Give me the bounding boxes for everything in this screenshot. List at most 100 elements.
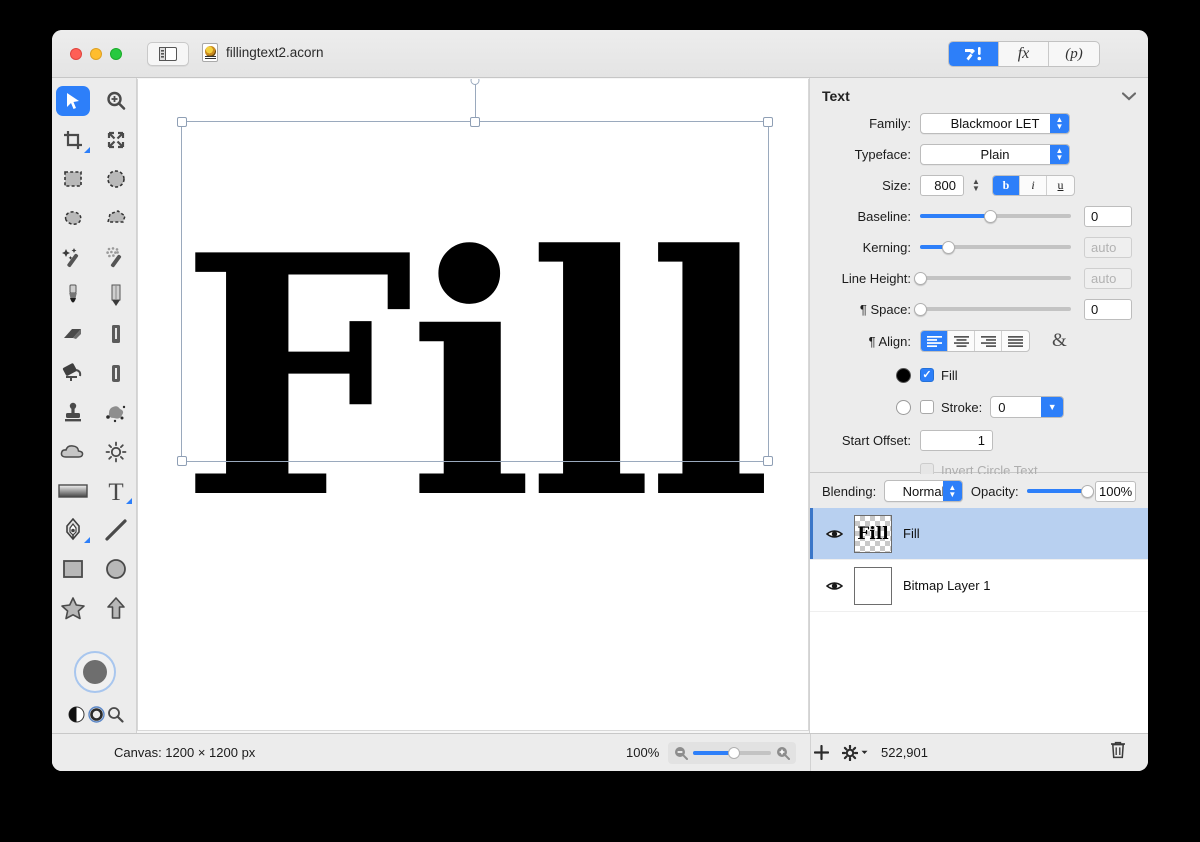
paint-bucket-tool[interactable] xyxy=(52,357,95,391)
ampersand-glyph-icon[interactable]: & xyxy=(1052,330,1067,352)
zoom-slider-group[interactable] xyxy=(668,741,797,764)
line-height-slider[interactable] xyxy=(913,271,1071,285)
selection-handle-middle-left[interactable] xyxy=(177,456,187,466)
chevron-down-icon[interactable] xyxy=(1122,91,1136,101)
layer-row-bitmap-layer-1[interactable]: Bitmap Layer 1 xyxy=(810,560,1148,612)
baseline-value[interactable]: 0 xyxy=(1084,205,1132,227)
close-button[interactable] xyxy=(70,48,82,60)
chevron-down-icon[interactable] xyxy=(861,750,868,755)
clone-stamp-tool[interactable] xyxy=(52,396,95,430)
align-right-button[interactable] xyxy=(975,331,1002,351)
crop-tool[interactable] xyxy=(52,123,95,157)
brush-tool[interactable] xyxy=(52,279,95,313)
delete-layer-button[interactable] xyxy=(1110,741,1126,764)
pencil-tool[interactable] xyxy=(95,279,138,313)
blur-sharpen-tool[interactable] xyxy=(95,357,138,391)
rotation-handle[interactable] xyxy=(470,79,480,85)
start-offset-value: 1 xyxy=(977,432,985,448)
family-select[interactable]: Blackmoor LET ▲ ▼ xyxy=(920,112,1070,134)
marker-tool[interactable] xyxy=(95,318,138,352)
rect-select-tool[interactable] xyxy=(52,162,95,196)
size-stepper[interactable]: ▲ ▼ xyxy=(970,175,982,195)
start-offset-input[interactable]: 1 xyxy=(920,429,993,451)
style-button-group[interactable]: b i u xyxy=(992,174,1075,196)
gear-icon[interactable] xyxy=(842,744,858,761)
dodge-tool[interactable] xyxy=(95,435,138,469)
move-tool[interactable] xyxy=(52,84,95,118)
minimize-button[interactable] xyxy=(90,48,102,60)
italic-button[interactable]: i xyxy=(1020,175,1047,195)
text-selection-box[interactable] xyxy=(177,79,773,466)
instant-alpha-tool[interactable] xyxy=(95,240,138,274)
layer-name: Fill xyxy=(903,526,920,541)
baseline-slider[interactable] xyxy=(920,209,1071,223)
stroke-width-select[interactable]: 0 ▼ xyxy=(990,396,1065,418)
fill-color-well[interactable] xyxy=(896,367,911,383)
align-button-group[interactable] xyxy=(920,330,1030,352)
selection-handle-top-left[interactable] xyxy=(177,117,187,127)
star-tool[interactable] xyxy=(52,591,95,625)
stroke-color-well[interactable] xyxy=(896,399,911,415)
zoom-tool[interactable] xyxy=(95,84,138,118)
plus-magnifier-icon[interactable] xyxy=(776,746,791,760)
bezier-pen-tool[interactable] xyxy=(52,513,95,547)
sidebar-toggle-button[interactable] xyxy=(147,42,189,66)
transform-tool[interactable] xyxy=(95,123,138,157)
lasso-tool[interactable] xyxy=(52,201,95,235)
layer-row-fill[interactable]: Fill Fill xyxy=(810,508,1148,560)
magic-wand-tool[interactable] xyxy=(52,240,95,274)
underline-button[interactable]: u xyxy=(1047,176,1074,195)
plus-icon[interactable] xyxy=(814,745,829,760)
space-slider[interactable] xyxy=(913,302,1071,316)
eraser-tool[interactable] xyxy=(52,318,95,352)
size-input[interactable]: 800 xyxy=(920,174,964,196)
align-left-button[interactable] xyxy=(921,331,948,351)
crop-icon xyxy=(64,131,83,149)
half-circle-icon[interactable] xyxy=(68,706,85,723)
eye-icon[interactable] xyxy=(826,580,843,592)
text-tool[interactable]: T xyxy=(95,474,138,508)
align-justify-button[interactable] xyxy=(1002,331,1029,351)
zoom-slider[interactable] xyxy=(693,746,772,759)
opacity-slider[interactable] xyxy=(1026,484,1094,498)
kerning-slider[interactable] xyxy=(920,240,1071,254)
line-tool[interactable] xyxy=(95,513,138,547)
selection-handle-middle-right[interactable] xyxy=(763,456,773,466)
fill-checkbox[interactable] xyxy=(920,368,934,382)
tab-filters[interactable]: fx xyxy=(999,42,1049,66)
gradient-tool[interactable] xyxy=(52,474,95,508)
foreground-color-well[interactable] xyxy=(74,651,116,693)
rectangle-tool[interactable] xyxy=(52,552,95,586)
inspector-tab-group[interactable]: fx (p) xyxy=(948,41,1100,67)
arrow-shape-tool[interactable] xyxy=(95,591,138,625)
typeface-select[interactable]: Plain ▲ ▼ xyxy=(920,143,1070,165)
bold-button[interactable]: b xyxy=(993,175,1020,195)
zoom-button[interactable] xyxy=(110,48,122,60)
blending-select[interactable]: Normal ▲ ▼ xyxy=(884,480,963,502)
ellipse-select-tool[interactable] xyxy=(95,162,138,196)
align-center-button[interactable] xyxy=(948,331,975,351)
pencil-icon xyxy=(111,284,121,306)
opacity-value[interactable]: 100% xyxy=(1095,480,1136,502)
selection-handle-top-right[interactable] xyxy=(763,117,773,127)
document-title-area[interactable]: fillingtext2.acorn xyxy=(202,43,324,62)
magnifier-icon[interactable] xyxy=(107,706,124,723)
text-inspector-section: Text Family: Blackmoor LET ▲ ▼ Typeface: … xyxy=(810,78,1148,502)
ellipse-tool[interactable] xyxy=(95,552,138,586)
tab-tools[interactable] xyxy=(949,42,999,66)
selection-handle-top-center[interactable] xyxy=(470,117,480,127)
line-height-value[interactable]: auto xyxy=(1084,267,1132,289)
polygon-lasso-tool[interactable] xyxy=(95,201,138,235)
tab-palette[interactable]: (p) xyxy=(1049,42,1099,66)
space-value[interactable]: 0 xyxy=(1084,298,1132,320)
minus-magnifier-icon[interactable] xyxy=(674,746,689,760)
layer-list[interactable]: Fill Fill Bitmap Layer 1 xyxy=(810,508,1148,733)
smudge-tool[interactable] xyxy=(95,396,138,430)
kerning-value[interactable]: auto xyxy=(1084,236,1132,258)
canvas-area[interactable]: Fill xyxy=(137,78,810,733)
stroke-checkbox[interactable] xyxy=(920,400,934,414)
cloud-tool[interactable] xyxy=(52,435,95,469)
ring-icon[interactable] xyxy=(87,706,105,723)
eye-icon[interactable] xyxy=(826,528,843,540)
canvas-sheet[interactable]: Fill xyxy=(137,79,809,731)
